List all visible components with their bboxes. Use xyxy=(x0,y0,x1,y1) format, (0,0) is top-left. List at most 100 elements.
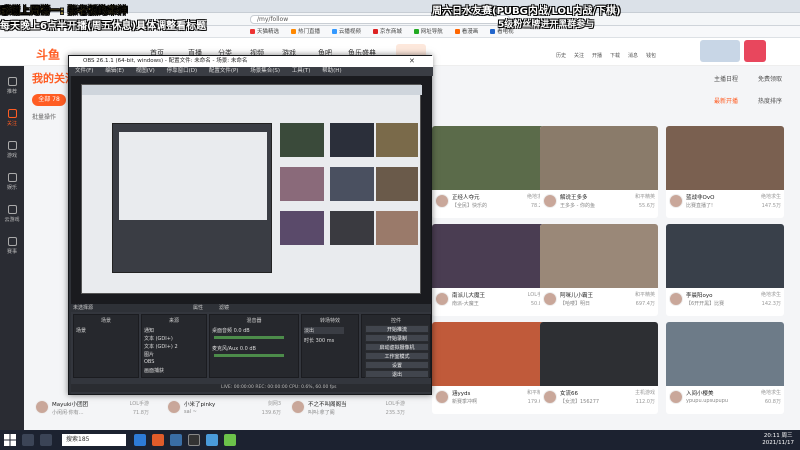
card-title[interactable]: 李晨阳oyo xyxy=(686,291,756,299)
live-thumbnail[interactable] xyxy=(666,322,784,386)
avatar[interactable] xyxy=(435,390,449,404)
live-card[interactable]: 女流66 主机游戏 【女流】156277 112.0万 xyxy=(540,322,658,414)
bookmark-item[interactable]: 热门直播 xyxy=(290,26,320,38)
avatar[interactable] xyxy=(543,390,557,404)
avatar[interactable] xyxy=(543,292,557,306)
live-card[interactable]: 阿咪儿小霸王 和平精英 【哈喽】明日 697.4万 xyxy=(540,224,658,316)
card-title[interactable]: 不之不叫阁阁当 xyxy=(308,400,378,408)
menu-scene-collection[interactable]: 场景集合(S) xyxy=(250,68,280,74)
menu-file[interactable]: 文件(F) xyxy=(75,68,93,74)
rail-item-cloud-game[interactable]: 云游戏 xyxy=(2,202,22,228)
card-title[interactable]: 正经人夺元 xyxy=(452,193,522,201)
source-item[interactable]: OBS xyxy=(144,359,154,366)
avatar[interactable] xyxy=(669,390,683,404)
source-item[interactable]: 文本 (GDI+) 2 xyxy=(144,343,178,350)
live-card[interactable]: 李晨阳oyo 绝地求生 【6开开黑】比赛 142.3万 xyxy=(666,224,784,316)
user-stream[interactable]: 开播 xyxy=(592,52,602,59)
avatar[interactable] xyxy=(435,292,449,306)
live-thumbnail[interactable] xyxy=(432,224,550,288)
live-thumbnail[interactable] xyxy=(540,322,658,386)
menu-edit[interactable]: 编辑(E) xyxy=(105,68,124,74)
live-thumbnail[interactable] xyxy=(666,126,784,190)
rail-item-game[interactable]: 游戏 xyxy=(2,138,22,164)
settings-button[interactable]: 设置 xyxy=(365,361,429,369)
avatar[interactable] xyxy=(669,292,683,306)
live-card[interactable]: 涵yyds 和平精英 新赛季冲啊 179.6万 xyxy=(432,322,550,414)
bookmark-item[interactable]: 看漫画 xyxy=(454,26,478,38)
obs-preview[interactable] xyxy=(71,76,431,304)
live-thumbnail[interactable] xyxy=(540,224,658,288)
obs-title-bar[interactable]: OBS 26.1.1 (64-bit, windows) - 配置文件: 未命名… xyxy=(69,56,433,67)
live-thumbnail[interactable] xyxy=(432,126,550,190)
card-title[interactable]: 涵yyds xyxy=(452,389,522,397)
site-logo[interactable]: 斗鱼 xyxy=(36,46,60,63)
start-streaming-button[interactable]: 开始推流 xyxy=(365,325,429,333)
live-card[interactable]: 正经人夺元 绝地求生 【全民】快乐的 78.2万 xyxy=(432,126,550,218)
rail-item-follow[interactable]: 关注 xyxy=(2,106,22,132)
avatar[interactable] xyxy=(669,194,683,208)
user-history[interactable]: 历史 xyxy=(556,52,566,59)
streamer-schedule-button[interactable]: 主播日程 xyxy=(714,74,738,83)
tab-heat-sort[interactable]: 热度排序 xyxy=(758,96,782,105)
bookmark-item[interactable]: 网址导航 xyxy=(413,26,443,38)
obs-app-icon[interactable] xyxy=(188,434,200,446)
taskbar-clock[interactable]: 20:11 周三 2021/11/17 xyxy=(762,433,794,447)
menu-docks[interactable]: 停靠窗口(D) xyxy=(167,68,198,74)
taskbar-search-input[interactable]: 搜索185 xyxy=(62,434,126,446)
app-icon[interactable] xyxy=(224,434,236,446)
obs-window[interactable]: OBS 26.1.1 (64-bit, windows) - 配置文件: 未命名… xyxy=(68,55,433,395)
bulk-operation-link[interactable]: 批量操作 xyxy=(32,112,56,121)
live-card[interactable]: 南派儿大魔王 LOL手游 南派-大魔王 50.8万 xyxy=(432,224,550,316)
user-follow[interactable]: 关注 xyxy=(574,52,584,59)
live-card[interactable]: 不之不叫阁阁当 LOL手游 叫叫:拿了阁 235.3万 xyxy=(288,398,408,426)
card-title[interactable]: 蓝战非OvO xyxy=(686,193,756,201)
bookmark-item[interactable]: 云播视频 xyxy=(331,26,361,38)
menu-view[interactable]: 视图(V) xyxy=(136,68,155,74)
card-title[interactable]: 小米了pinky xyxy=(184,400,254,408)
card-title[interactable]: 南派儿大魔王 xyxy=(452,291,522,299)
source-item[interactable]: 文本 (GDI+) xyxy=(144,335,173,342)
source-item[interactable]: 画面捕获 xyxy=(144,367,164,374)
windows-start-icon[interactable] xyxy=(4,434,16,446)
card-title[interactable]: 阿咪儿小霸王 xyxy=(560,291,630,299)
source-item[interactable]: 通知 xyxy=(144,327,154,334)
live-card[interactable]: Mayuki小团团 LOL手游 小闲闲·你有… 71.8万 xyxy=(32,398,152,426)
live-card[interactable]: 入间小樱美 绝地求生 ypupu.upsupupu 60.8万 xyxy=(666,322,784,414)
explorer-icon[interactable] xyxy=(134,434,146,446)
user-download[interactable]: 下载 xyxy=(610,52,620,59)
avatar[interactable] xyxy=(543,194,557,208)
avatar[interactable] xyxy=(35,400,49,414)
properties-button[interactable]: 属性 xyxy=(193,304,203,311)
avatar[interactable] xyxy=(291,400,305,414)
avatar[interactable] xyxy=(744,40,766,62)
live-card[interactable]: 小米了pinky 剑网3 sal ~ 139.6万 xyxy=(164,398,284,426)
card-title[interactable]: 女流66 xyxy=(560,389,630,397)
live-thumbnail[interactable] xyxy=(432,322,550,386)
menu-help[interactable]: 帮助(H) xyxy=(322,68,341,74)
rail-item-esports[interactable]: 赛事 xyxy=(2,234,22,260)
tab-latest-live[interactable]: 最新开播 xyxy=(714,96,738,105)
rail-item-entertainment[interactable]: 娱乐 xyxy=(2,170,22,196)
avatar[interactable] xyxy=(167,400,181,414)
card-title[interactable]: 解说王多多 xyxy=(560,193,630,201)
virtual-camera-button[interactable]: 启动虚拟摄像机 xyxy=(365,343,429,351)
filter-all-button[interactable]: 全部 78 xyxy=(32,94,66,106)
live-thumbnail[interactable] xyxy=(540,126,658,190)
user-wallet[interactable]: 钱包 xyxy=(646,52,656,59)
menu-tools[interactable]: 工具(T) xyxy=(292,68,311,74)
filters-button[interactable]: 滤镜 xyxy=(219,304,229,311)
card-title[interactable]: Mayuki小团团 xyxy=(52,400,122,408)
start-recording-button[interactable]: 开始录制 xyxy=(365,334,429,342)
source-item[interactable]: 图片 xyxy=(144,351,154,358)
live-thumbnail[interactable] xyxy=(666,224,784,288)
exit-button[interactable]: 退出 xyxy=(365,370,429,378)
app-icon[interactable] xyxy=(170,434,182,446)
scene-item[interactable]: 场景 xyxy=(76,327,86,334)
user-message[interactable]: 消息 xyxy=(628,52,638,59)
live-card[interactable]: 蓝战非OvO 绝地求生 比赛直播了! 147.5万 xyxy=(666,126,784,218)
bookmark-item[interactable]: 京东商城 xyxy=(372,26,402,38)
bookmark-item[interactable]: 天猫精选 xyxy=(250,26,279,38)
task-view-icon[interactable] xyxy=(22,434,34,446)
app-icon[interactable] xyxy=(206,434,218,446)
transition-select[interactable]: 淡出 xyxy=(304,327,344,334)
